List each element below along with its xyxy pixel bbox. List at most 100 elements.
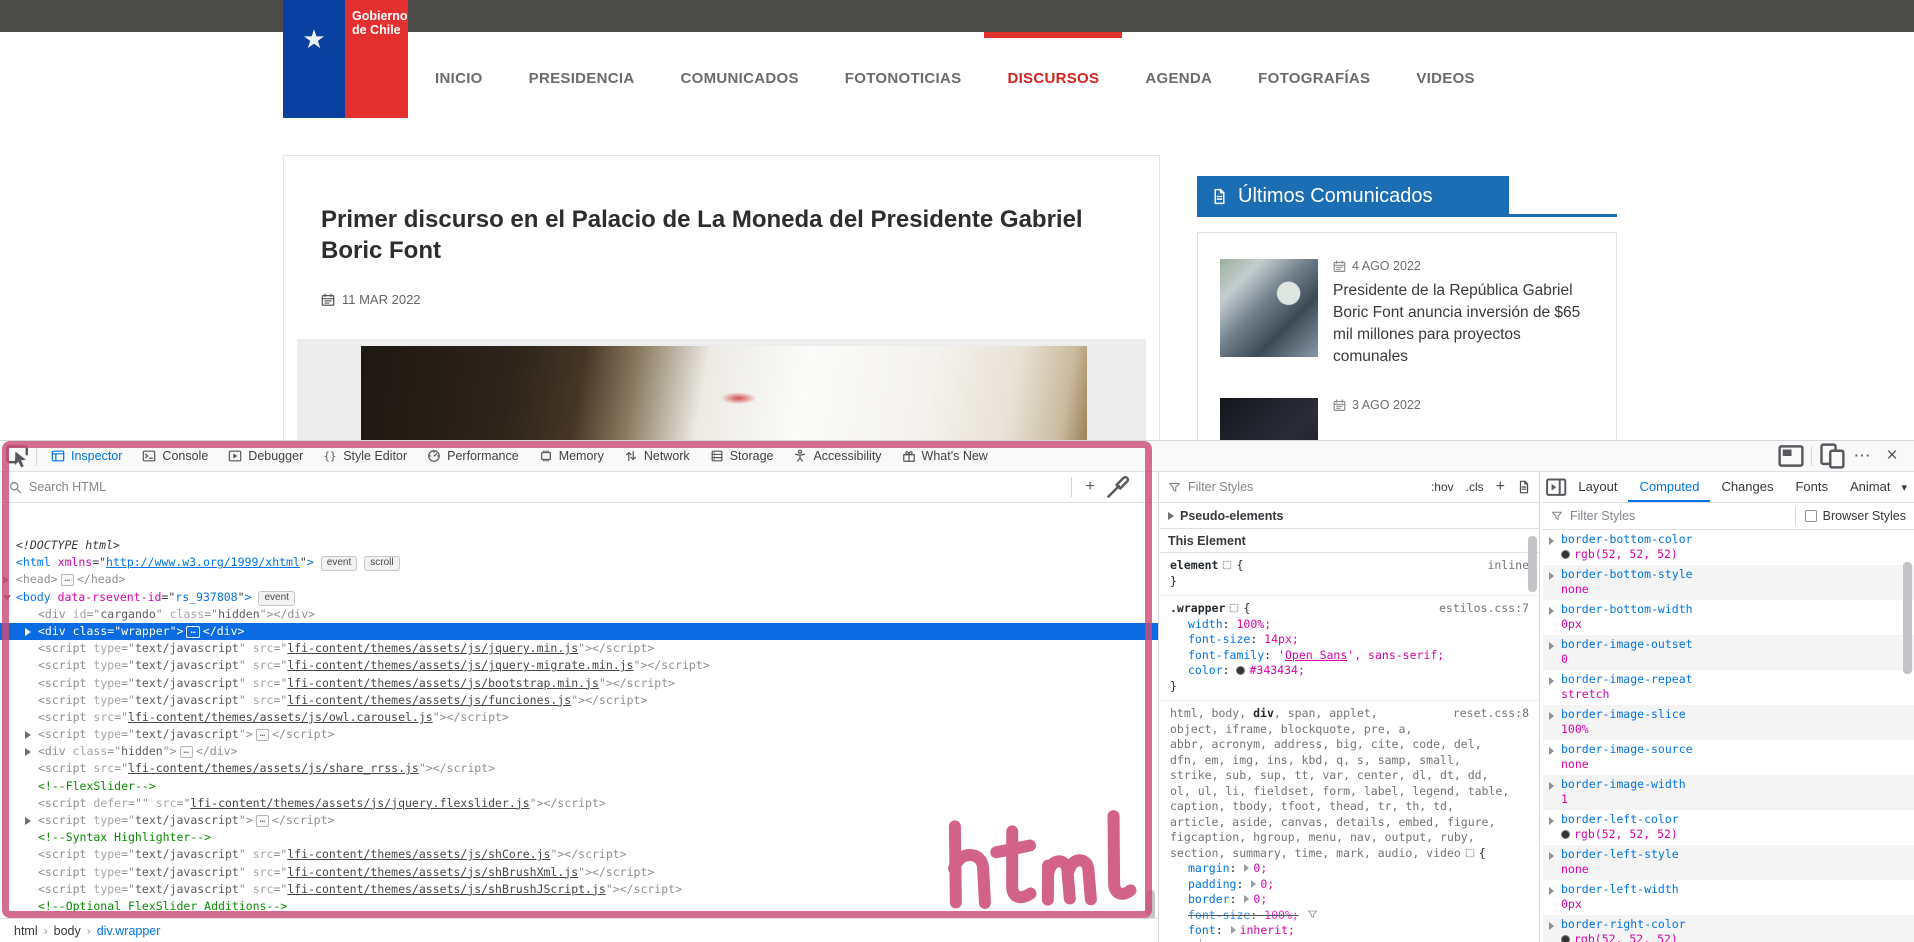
inline-expander[interactable]: … bbox=[180, 746, 193, 758]
devtools-tab-storage[interactable]: Storage bbox=[700, 441, 784, 471]
browser-styles-checkbox[interactable] bbox=[1805, 510, 1817, 522]
expand-twisty-icon[interactable] bbox=[25, 731, 31, 739]
computed-property-row[interactable]: border-bottom-stylenone bbox=[1543, 565, 1914, 600]
css-declaration[interactable]: font-size: 14px; bbox=[1170, 632, 1529, 648]
markup-line[interactable]: <script type="text/javascript" src="lfi-… bbox=[0, 675, 1158, 692]
breadcrumb-item[interactable]: div.wrapper bbox=[91, 924, 167, 938]
markup-line[interactable]: <!DOCTYPE html> bbox=[0, 537, 1158, 554]
markup-line[interactable]: <script type="text/javascript" src="lfi-… bbox=[0, 657, 1158, 674]
rule-source-link[interactable]: inline bbox=[1487, 558, 1529, 574]
devtools-tab-accessibility[interactable]: Accessibility bbox=[783, 441, 891, 471]
sidebar-tab-animat[interactable]: Animat bbox=[1839, 472, 1901, 502]
devtools-tab-memory[interactable]: Memory bbox=[529, 441, 614, 471]
markup-line[interactable]: <script type="text/javascript" src="lfi-… bbox=[0, 846, 1158, 863]
computed-property-row[interactable]: border-image-outset0 bbox=[1543, 635, 1914, 670]
css-declaration[interactable]: font-size: inherit; bbox=[1170, 939, 1529, 942]
expand-value-icon[interactable] bbox=[1244, 864, 1249, 872]
computed-property-row[interactable]: border-bottom-colorrgb(52, 52, 52) bbox=[1543, 530, 1914, 565]
markup-line[interactable]: <!--Optional FlexSlider Additions--> bbox=[0, 898, 1158, 915]
expand-value-icon[interactable] bbox=[1244, 895, 1249, 903]
meatball-menu-button[interactable]: ⋯ bbox=[1848, 443, 1876, 469]
markup-line[interactable]: <script src="lfi-content/themes/assets/j… bbox=[0, 709, 1158, 726]
expand-property-icon[interactable] bbox=[1549, 887, 1554, 895]
css-declaration[interactable]: font-family: 'Open Sans', sans-serif; bbox=[1170, 648, 1529, 664]
markup-line[interactable]: <script type="text/javascript" src="lfi-… bbox=[0, 881, 1158, 898]
computed-property-row[interactable]: border-left-width0px bbox=[1543, 880, 1914, 915]
markup-line[interactable]: <div class="hidden">…</div> bbox=[0, 743, 1158, 760]
computed-property-row[interactable]: border-image-width1 bbox=[1543, 775, 1914, 810]
expand-property-icon[interactable] bbox=[1549, 817, 1554, 825]
pseudo-elements-accordion[interactable]: Pseudo-elements bbox=[1160, 503, 1539, 529]
devtools-tab-console[interactable]: Console bbox=[132, 441, 218, 471]
expand-property-icon[interactable] bbox=[1549, 572, 1554, 580]
news-item[interactable]: 3 AGO 2022 bbox=[1220, 398, 1594, 412]
markup-line[interactable]: <script defer="" src="lfi-content/themes… bbox=[0, 795, 1158, 812]
rule-source-link[interactable]: reset.css:8 bbox=[1453, 706, 1529, 722]
event-badge[interactable]: event bbox=[258, 591, 294, 606]
devtools-tab-style-editor[interactable]: {}Style Editor bbox=[313, 441, 417, 471]
markup-line[interactable]: <script type="text/javascript" src="lfi-… bbox=[0, 692, 1158, 709]
event-badge[interactable]: event bbox=[321, 556, 357, 571]
css-declaration[interactable]: padding: 0; bbox=[1170, 877, 1529, 893]
devtools-tab-performance[interactable]: Performance bbox=[417, 441, 529, 471]
css-declaration[interactable]: border: 0; bbox=[1170, 892, 1529, 908]
markup-line[interactable]: <script type="text/javascript" src="lfi-… bbox=[0, 864, 1158, 881]
expand-twisty-icon[interactable] bbox=[25, 748, 31, 756]
expand-twisty-icon[interactable] bbox=[3, 595, 11, 601]
markup-line[interactable]: <!--Syntax Highlighter--> bbox=[0, 829, 1158, 846]
search-html-input[interactable] bbox=[29, 480, 1067, 494]
markup-line[interactable]: <div id="cargando" class="hidden"></div> bbox=[0, 606, 1158, 623]
expand-property-icon[interactable] bbox=[1549, 607, 1554, 615]
expand-value-icon[interactable] bbox=[1231, 926, 1236, 934]
news-item[interactable]: 4 AGO 2022Presidente de la República Gab… bbox=[1220, 259, 1594, 368]
expand-property-icon[interactable] bbox=[1549, 677, 1554, 685]
css-declaration[interactable]: font: inherit; bbox=[1170, 923, 1529, 939]
computed-filter-input[interactable] bbox=[1570, 509, 1786, 523]
markup-line[interactable]: <script type="text/javascript" src="lfi-… bbox=[0, 640, 1158, 657]
expand-property-icon[interactable] bbox=[1549, 747, 1554, 755]
css-declaration[interactable]: font-size: 100%; bbox=[1170, 908, 1529, 924]
highlight-selector-icon[interactable] bbox=[1222, 560, 1232, 570]
all-tabs-menu-button[interactable]: ▾ bbox=[1901, 481, 1914, 494]
css-declaration[interactable]: margin: 0; bbox=[1170, 861, 1529, 877]
inline-expander[interactable]: … bbox=[256, 815, 269, 827]
rules-scrollbar-thumb[interactable] bbox=[1528, 536, 1537, 592]
nav-item-videos[interactable]: VIDEOS bbox=[1393, 32, 1497, 118]
highlight-selector-icon[interactable] bbox=[1465, 848, 1475, 858]
expand-property-icon[interactable] bbox=[1549, 642, 1554, 650]
expand-property-icon[interactable] bbox=[1549, 852, 1554, 860]
markup-line[interactable]: <script type="text/javascript">…</script… bbox=[0, 726, 1158, 743]
class-toggle[interactable]: .cls bbox=[1466, 480, 1484, 494]
computed-property-row[interactable]: border-image-repeatstretch bbox=[1543, 670, 1914, 705]
markup-line[interactable]: <head>…</head> bbox=[0, 571, 1158, 588]
responsive-design-mode-button[interactable] bbox=[1818, 443, 1846, 469]
expand-property-icon[interactable] bbox=[1549, 922, 1554, 930]
rule-source-link[interactable]: estilos.css:7 bbox=[1439, 601, 1529, 617]
computed-scrollbar-thumb[interactable] bbox=[1903, 562, 1912, 674]
markup-line[interactable]: <div class="wrapper">…</div> bbox=[0, 623, 1158, 640]
breadcrumb-item[interactable]: body bbox=[48, 924, 87, 938]
eyedropper-button[interactable] bbox=[1104, 474, 1132, 500]
expand-property-icon[interactable] bbox=[1549, 782, 1554, 790]
computed-property-row[interactable]: border-right-colorrgb(52, 52, 52) bbox=[1543, 915, 1914, 942]
print-simulation-icon[interactable] bbox=[1517, 480, 1531, 494]
nav-item-fotografías[interactable]: FOTOGRAFÍAS bbox=[1235, 32, 1393, 118]
breadcrumb-item[interactable]: html bbox=[8, 924, 44, 938]
inline-expander[interactable]: … bbox=[256, 729, 269, 741]
devtools-tab-network[interactable]: Network bbox=[614, 441, 700, 471]
nav-item-presidencia[interactable]: PRESIDENCIA bbox=[506, 32, 658, 118]
select-iframe-button[interactable] bbox=[1777, 443, 1805, 469]
expand-twisty-icon[interactable] bbox=[25, 817, 31, 825]
create-node-button[interactable]: + bbox=[1076, 474, 1104, 500]
css-declaration[interactable]: color: #343434; bbox=[1170, 663, 1529, 679]
computed-property-row[interactable]: border-left-stylenone bbox=[1543, 845, 1914, 880]
sidebar-tab-changes[interactable]: Changes bbox=[1710, 472, 1784, 502]
pseudo-class-toggle[interactable]: :hov bbox=[1431, 480, 1454, 494]
sidebar-tab-fonts[interactable]: Fonts bbox=[1784, 472, 1839, 502]
inline-expander[interactable]: … bbox=[61, 574, 74, 586]
expand-property-icon[interactable] bbox=[1549, 712, 1554, 720]
expand-twisty-icon[interactable] bbox=[25, 628, 31, 636]
nav-item-fotonoticias[interactable]: FOTONOTICIAS bbox=[822, 32, 985, 118]
computed-property-row[interactable]: border-left-colorrgb(52, 52, 52) bbox=[1543, 810, 1914, 845]
add-rule-button[interactable]: + bbox=[1496, 478, 1505, 496]
